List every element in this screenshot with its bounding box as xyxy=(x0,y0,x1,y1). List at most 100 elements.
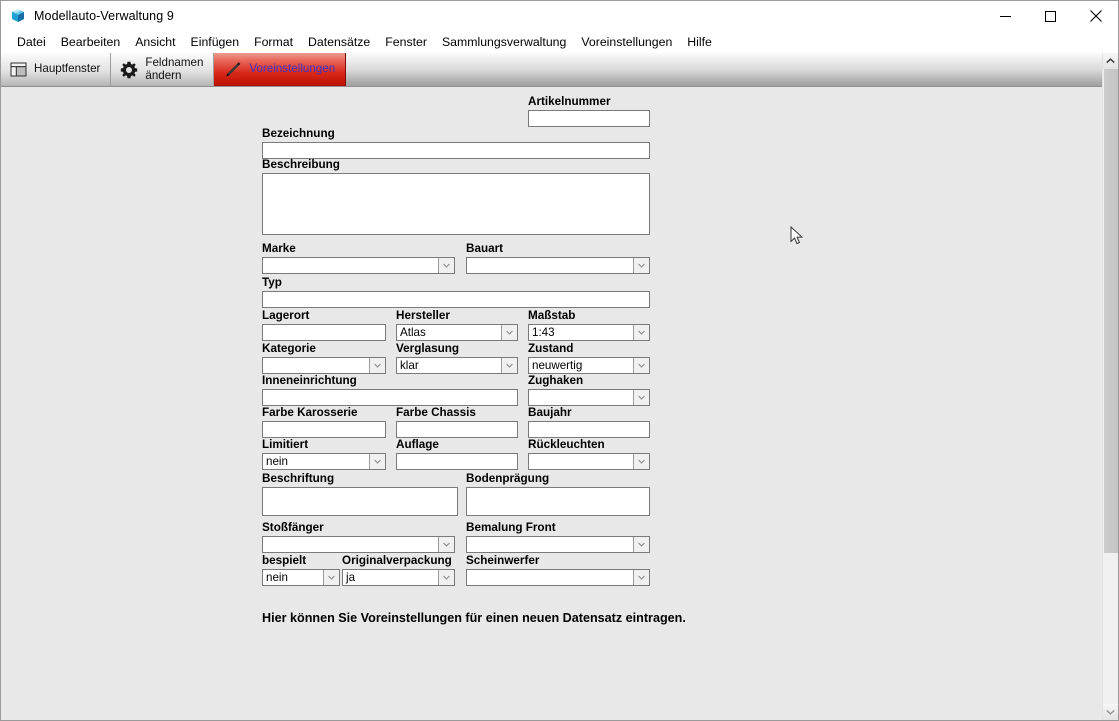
chevron-down-icon[interactable] xyxy=(633,258,649,273)
input-auflage[interactable] xyxy=(396,453,518,470)
menu-item-voreinstellungen[interactable]: Voreinstellungen xyxy=(574,33,680,51)
toolbar-button-hauptfenster[interactable]: Hauptfenster xyxy=(1,53,111,86)
field-group-bemalung-front: Bemalung Front xyxy=(466,521,650,553)
combo-bespielt[interactable]: nein xyxy=(262,569,340,586)
chevron-down-icon[interactable] xyxy=(438,570,454,585)
input-farbe-karosserie[interactable] xyxy=(262,421,386,438)
chevron-down-icon[interactable] xyxy=(633,390,649,405)
label-farbe-karosserie: Farbe Karosserie xyxy=(262,406,386,419)
input-beschriftung[interactable] xyxy=(262,487,458,516)
vertical-scrollbar[interactable] xyxy=(1102,53,1118,720)
combo-massstab[interactable]: 1:43 xyxy=(528,324,650,341)
chevron-down-icon[interactable] xyxy=(369,358,385,373)
label-lagerort: Lagerort xyxy=(262,309,386,322)
scroll-up-button[interactable] xyxy=(1103,53,1118,69)
chevron-down-icon[interactable] xyxy=(323,570,339,585)
chevron-down-icon[interactable] xyxy=(633,537,649,552)
combo-zughaken[interactable] xyxy=(528,389,650,406)
field-group-stossfaenger: Stoßfänger xyxy=(262,521,455,553)
combo-verglasung[interactable]: klar xyxy=(396,357,518,374)
chevron-down-icon[interactable] xyxy=(633,325,649,340)
field-group-beschriftung: Beschriftung xyxy=(262,472,458,516)
input-artikelnummer[interactable] xyxy=(528,110,650,127)
input-bezeichnung[interactable] xyxy=(262,142,650,159)
combo-hersteller[interactable]: Atlas xyxy=(396,324,518,341)
label-beschreibung: Beschreibung xyxy=(262,158,650,171)
combo-scheinwerfer[interactable] xyxy=(466,569,650,586)
label-zughaken: Zughaken xyxy=(528,374,650,387)
chevron-down-icon[interactable] xyxy=(501,325,517,340)
chevron-down-icon[interactable] xyxy=(438,537,454,552)
menu-item-format[interactable]: Format xyxy=(247,33,301,51)
field-group-limitiert: Limitiert nein xyxy=(262,438,386,470)
field-group-rueckleuchten: Rückleuchten xyxy=(528,438,650,470)
toolbar-button-feldnamen-aendern[interactable]: Feldnamen ändern xyxy=(111,53,214,86)
menu-item-ansicht[interactable]: Ansicht xyxy=(128,33,183,51)
input-inneneinrichtung[interactable] xyxy=(262,389,518,406)
app-cube-icon xyxy=(10,8,26,24)
maximize-button[interactable] xyxy=(1028,1,1073,31)
combo-kategorie[interactable] xyxy=(262,357,386,374)
label-bauart: Bauart xyxy=(466,242,650,255)
menu-item-hilfe[interactable]: Hilfe xyxy=(680,33,720,51)
label-bemalung-front: Bemalung Front xyxy=(466,521,650,534)
label-farbe-chassis: Farbe Chassis xyxy=(396,406,518,419)
input-bodenpraegung[interactable] xyxy=(466,487,650,516)
label-typ: Typ xyxy=(262,276,650,289)
minimize-button[interactable] xyxy=(983,1,1028,31)
combo-stossfaenger[interactable] xyxy=(262,536,455,553)
combo-originalverpackung[interactable]: ja xyxy=(342,569,455,586)
chevron-down-icon[interactable] xyxy=(633,570,649,585)
content-area: Artikelnummer Bezeichnung Beschreibung M… xyxy=(1,87,1102,720)
chevron-down-icon[interactable] xyxy=(501,358,517,373)
label-bodenpraegung: Bodenprägung xyxy=(466,472,650,485)
combo-limitiert[interactable]: nein xyxy=(262,453,386,470)
chevron-down-icon[interactable] xyxy=(633,454,649,469)
field-group-originalverpackung: Originalverpackung ja xyxy=(342,554,455,586)
combo-marke[interactable] xyxy=(262,257,455,274)
label-verglasung: Verglasung xyxy=(396,342,518,355)
menu-item-bearbeiten[interactable]: Bearbeiten xyxy=(54,33,128,51)
field-group-hersteller: Hersteller Atlas xyxy=(396,309,518,341)
title-bar: Modellauto-Verwaltung 9 xyxy=(1,1,1118,31)
menu-item-fenster[interactable]: Fenster xyxy=(378,33,435,51)
field-group-bespielt: bespielt nein xyxy=(262,554,340,586)
input-baujahr[interactable] xyxy=(528,421,650,438)
input-lagerort[interactable] xyxy=(262,324,386,341)
label-beschriftung: Beschriftung xyxy=(262,472,458,485)
input-farbe-chassis[interactable] xyxy=(396,421,518,438)
label-hersteller: Hersteller xyxy=(396,309,518,322)
label-limitiert: Limitiert xyxy=(262,438,386,451)
label-massstab: Maßstab xyxy=(528,309,650,322)
chevron-down-icon[interactable] xyxy=(438,258,454,273)
combo-rueckleuchten[interactable] xyxy=(528,453,650,470)
label-inneneinrichtung: Inneneinrichtung xyxy=(262,374,518,387)
menu-bar: Datei Bearbeiten Ansicht Einfügen Format… xyxy=(1,31,1118,53)
label-rueckleuchten: Rückleuchten xyxy=(528,438,650,451)
pencil-icon xyxy=(223,61,242,79)
field-group-inneneinrichtung: Inneneinrichtung xyxy=(262,374,518,406)
chevron-down-icon[interactable] xyxy=(633,358,649,373)
field-group-auflage: Auflage xyxy=(396,438,518,470)
toolbar-label-voreinstellungen: Voreinstellungen xyxy=(249,63,335,76)
field-group-farbe-chassis: Farbe Chassis xyxy=(396,406,518,438)
menu-item-einfuegen[interactable]: Einfügen xyxy=(184,33,248,51)
toolbar-button-voreinstellungen[interactable]: Voreinstellungen xyxy=(214,53,346,86)
menu-item-datensaetze[interactable]: Datensätze xyxy=(301,33,378,51)
scroll-down-button[interactable] xyxy=(1103,704,1118,720)
application-window: Modellauto-Verwaltung 9 Datei Bearbeiten… xyxy=(0,0,1119,721)
field-group-bodenpraegung: Bodenprägung xyxy=(466,472,650,516)
chevron-down-icon[interactable] xyxy=(369,454,385,469)
menu-item-sammlungsverwaltung[interactable]: Sammlungsverwaltung xyxy=(435,33,574,51)
combo-bauart[interactable] xyxy=(466,257,650,274)
field-group-kategorie: Kategorie xyxy=(262,342,386,374)
scrollbar-thumb[interactable] xyxy=(1104,69,1118,553)
input-beschreibung[interactable] xyxy=(262,173,650,235)
menu-item-datei[interactable]: Datei xyxy=(10,33,54,51)
combo-bemalung-front[interactable] xyxy=(466,536,650,553)
gear-icon xyxy=(120,61,138,79)
close-button[interactable] xyxy=(1073,1,1118,31)
input-typ[interactable] xyxy=(262,291,650,308)
window-controls xyxy=(983,1,1118,31)
combo-zustand[interactable]: neuwertig xyxy=(528,357,650,374)
